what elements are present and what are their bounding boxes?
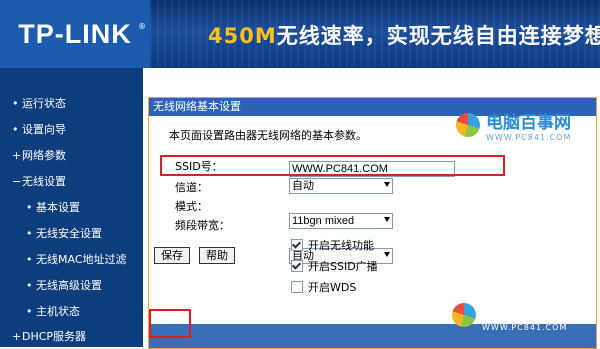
slogan-text: 无线速率，实现无线自由连接梦想: [276, 24, 600, 48]
enable-wireless-checkbox[interactable]: [291, 239, 303, 251]
watermark-url: WWW.PC841.COM: [486, 133, 572, 142]
watermark-title: 电脑百事网: [486, 113, 571, 133]
bullet-icon: •: [12, 123, 19, 136]
bullet-icon: •: [26, 305, 33, 318]
dropdown-arrow-icon: [384, 182, 390, 187]
ssid-broadcast-checkbox[interactable]: [291, 260, 303, 272]
bullet-icon: •: [26, 253, 33, 266]
dropdown-arrow-icon: [384, 252, 390, 257]
sidebar-item-label: 基本设置: [36, 201, 80, 214]
enable-wireless-label: 开启无线功能: [308, 239, 374, 252]
mode-select[interactable]: 11bgn mixed: [289, 213, 393, 229]
enable-wireless-option[interactable]: 开启无线功能: [291, 237, 374, 253]
sidebar-item-label: 主机状态: [36, 305, 80, 318]
expand-icon: +: [12, 149, 22, 162]
help-button[interactable]: 帮助: [199, 247, 235, 264]
sidebar-item-label: 设置向导: [22, 123, 66, 136]
sidebar-item-label: 无线安全设置: [36, 227, 102, 240]
save-highlight-box: [149, 309, 191, 338]
sidebar-item-advanced[interactable]: • 无线高级设置: [26, 279, 102, 293]
wds-option[interactable]: 开启WDS: [291, 279, 356, 295]
sidebar-item-dhcp[interactable]: +DHCP服务器: [12, 330, 86, 344]
sidebar-item-label: 无线高级设置: [36, 279, 102, 292]
sidebar-item-wireless-security[interactable]: • 无线安全设置: [26, 227, 102, 241]
slogan-highlight: 450M: [208, 24, 277, 48]
bullet-icon: •: [26, 279, 33, 292]
sidebar-item-label: 无线设置: [22, 175, 66, 188]
bullet-icon: •: [12, 97, 19, 110]
sidebar-item-mac-filter[interactable]: • 无线MAC地址过滤: [26, 253, 138, 267]
collapse-icon: −: [12, 175, 22, 188]
sidebar-item-status[interactable]: • 运行状态: [12, 97, 66, 111]
bullet-icon: •: [26, 227, 33, 240]
ssid-broadcast-label: 开启SSID广播: [308, 260, 378, 273]
sidebar-item-host-status[interactable]: • 主机状态: [26, 305, 80, 319]
sidebar-item-label: 无线MAC地址过滤: [36, 253, 127, 266]
pc841-logo-icon: [456, 113, 480, 137]
mode-value: 11bgn mixed: [292, 215, 355, 227]
save-button[interactable]: 保存: [154, 247, 190, 264]
sidebar-item-wizard[interactable]: • 设置向导: [12, 123, 66, 137]
sidebar-item-network[interactable]: +网络参数: [12, 149, 66, 163]
channel-select[interactable]: 自动: [289, 178, 393, 194]
bullet-icon: •: [26, 201, 33, 214]
logo-text: TP-LINK: [18, 18, 132, 49]
sidebar-item-wireless[interactable]: −无线设置: [12, 175, 66, 189]
wds-label: 开启WDS: [308, 281, 357, 294]
sidebar-item-label: 网络参数: [22, 149, 66, 162]
banner-slogan: 450M无线速率，实现无线自由连接梦想: [208, 20, 600, 50]
sidebar-item-basic-settings[interactable]: • 基本设置: [26, 201, 80, 215]
bandwidth-label: 频段带宽：: [175, 219, 230, 232]
sidebar-item-label: 运行状态: [22, 97, 66, 110]
watermark-title: 电脑百事网: [482, 303, 567, 323]
ssid-highlight-box: [160, 155, 505, 176]
watermark-url: WWW.PC841.COM: [482, 323, 568, 332]
sidebar-nav: • 运行状态 • 设置向导 +网络参数 −无线设置 • 基本设置 • 无线安全设置 • 无…: [0, 68, 143, 347]
expand-icon: +: [12, 330, 22, 343]
watermark-bottom: 电脑百事网 WWW.PC841.COM: [452, 298, 567, 332]
mode-label: 模式：: [175, 200, 208, 213]
channel-value: 自动: [292, 180, 314, 192]
ssid-broadcast-option[interactable]: 开启SSID广播: [291, 258, 378, 274]
wds-checkbox[interactable]: [291, 281, 303, 293]
channel-label: 信道：: [175, 181, 208, 194]
registered-mark: ®: [138, 22, 146, 31]
pc841-logo-icon: [452, 303, 476, 327]
dropdown-arrow-icon: [384, 217, 390, 222]
sidebar-item-label: DHCP服务器: [22, 330, 87, 343]
header: TP-LINK ® 450M无线速率，实现无线自由连接梦想: [0, 0, 600, 68]
panel-description: 本页面设置路由器无线网络的基本参数。: [169, 129, 367, 142]
watermark: 电脑百事网 WWW.PC841.COM: [456, 108, 571, 142]
tp-link-logo: TP-LINK: [0, 0, 150, 68]
